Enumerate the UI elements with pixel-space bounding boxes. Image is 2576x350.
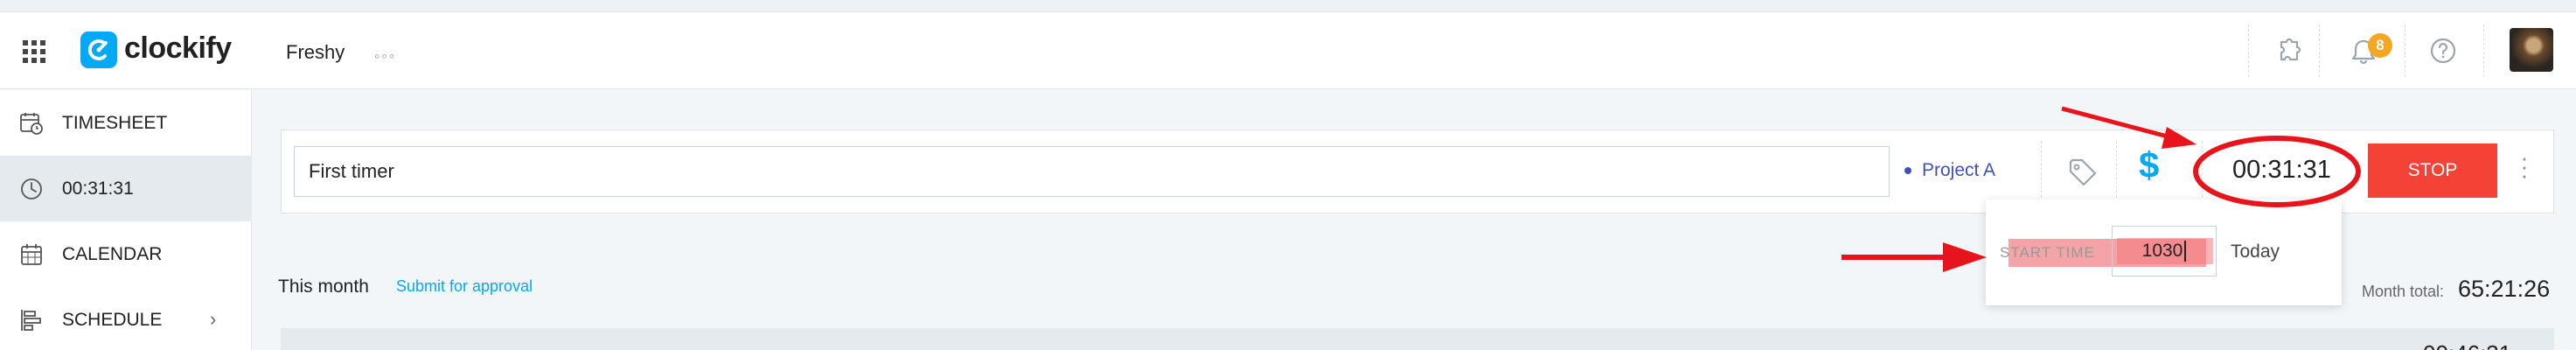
header-divider: [2248, 24, 2249, 77]
workspace-switcher[interactable]: Freshy: [286, 41, 345, 64]
week-total-value: 00:46:31: [2423, 340, 2511, 350]
stop-button[interactable]: STOP: [2368, 144, 2497, 198]
week-header-row: 00:46:31: [281, 328, 2554, 350]
user-avatar[interactable]: [2510, 28, 2553, 72]
billable-dollar-icon[interactable]: $: [2139, 144, 2159, 186]
apps-grid-icon[interactable]: [23, 40, 45, 63]
calendar-icon: [21, 244, 42, 265]
timer-display[interactable]: 00:31:31: [2232, 156, 2331, 185]
start-time-popover: START TIME 1030 Today: [1986, 200, 2342, 305]
header-divider: [2319, 24, 2320, 77]
submit-for-approval-link[interactable]: Submit for approval: [396, 277, 533, 296]
clock-icon: [21, 178, 42, 200]
top-header: clockify Freshy ◦◦◦ 8: [0, 12, 2576, 89]
project-name: Project A: [1922, 160, 1996, 180]
more-menu-icon[interactable]: ◦◦◦: [374, 47, 396, 66]
schedule-icon: [21, 310, 41, 331]
start-time-value: 1030: [2141, 241, 2183, 261]
project-picker[interactable]: Project A: [1904, 160, 1995, 181]
sidebar-item-schedule[interactable]: SCHEDULE ›: [0, 287, 252, 350]
sidebar-item-label: TIMESHEET: [62, 113, 168, 133]
month-total-value: 65:21:26: [2458, 276, 2551, 302]
period-label: This month: [278, 276, 369, 297]
logo-text: clockify: [124, 32, 232, 65]
text-caret: [2184, 241, 2187, 262]
notification-badge: 8: [2368, 33, 2392, 58]
bar-divider: [2202, 141, 2203, 202]
bar-divider: [2041, 141, 2042, 202]
start-time-label: START TIME: [2000, 244, 2095, 261]
chevron-right-icon[interactable]: ›: [210, 308, 216, 331]
bar-divider: [2116, 141, 2117, 202]
start-date-picker[interactable]: Today: [2231, 242, 2280, 262]
calendar-clock-icon: [20, 113, 43, 135]
header-divider: [2483, 24, 2484, 77]
tag-icon[interactable]: [2065, 155, 2100, 190]
description-input[interactable]: [294, 146, 1890, 197]
help-icon[interactable]: [2426, 33, 2461, 68]
clockify-logo-icon: [80, 32, 117, 68]
extensions-icon[interactable]: [2271, 33, 2306, 68]
sidebar-item-timesheet[interactable]: TIMESHEET: [0, 90, 252, 156]
browser-top-strip: [0, 0, 2576, 12]
more-vertical-icon[interactable]: · · ·: [2520, 146, 2529, 186]
sidebar-item-label: CALENDAR: [62, 244, 163, 264]
sidebar: TIMESHEET 00:31:31 CALENDAR SCHEDULE ›: [0, 90, 252, 350]
start-time-input[interactable]: 1030: [2112, 226, 2217, 276]
month-total-label: Month total:: [2362, 283, 2445, 300]
project-color-dot: [1904, 167, 1911, 175]
sidebar-item-calendar[interactable]: CALENDAR: [0, 221, 252, 287]
sidebar-item-label: 00:31:31: [62, 178, 134, 199]
sidebar-item-tracker[interactable]: 00:31:31: [0, 156, 252, 221]
sidebar-item-label: SCHEDULE: [62, 310, 163, 330]
